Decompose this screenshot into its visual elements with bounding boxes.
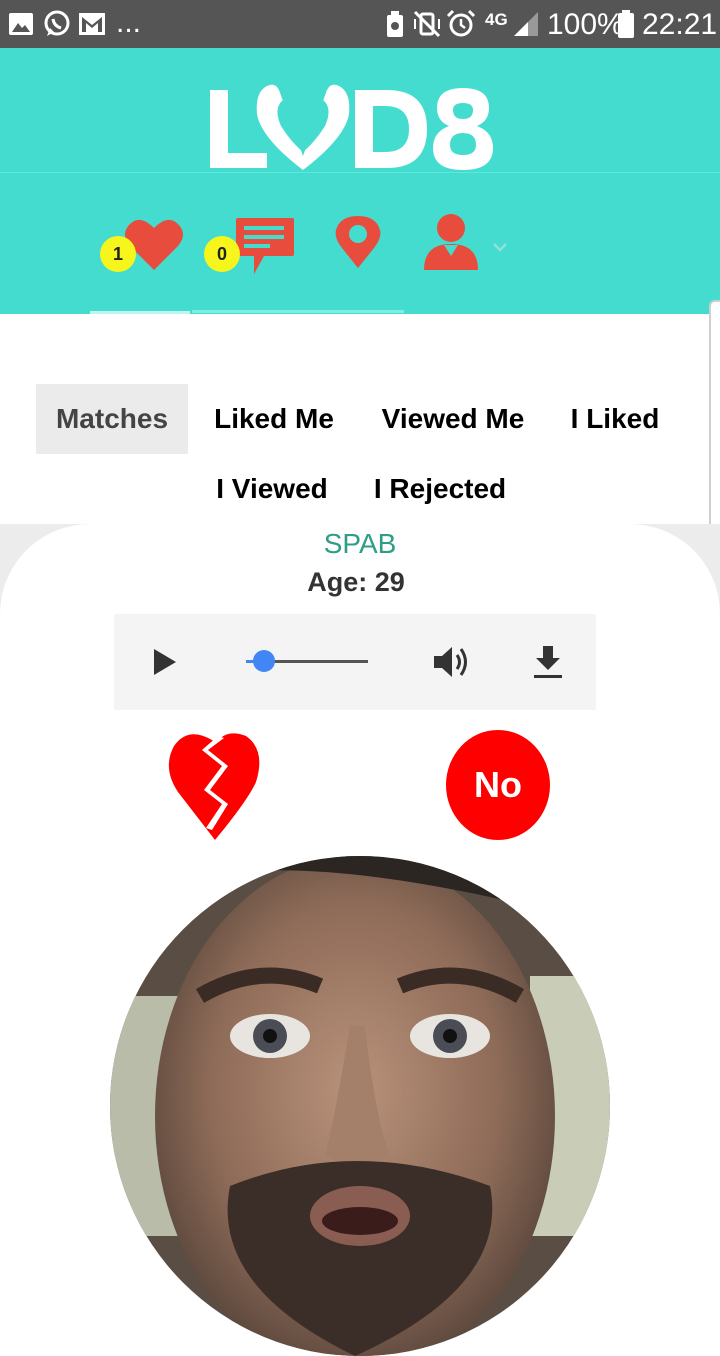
signal-icon bbox=[514, 12, 538, 36]
nav-likes[interactable]: 1 bbox=[98, 212, 188, 282]
tab-i-viewed[interactable]: I Viewed bbox=[202, 454, 342, 524]
mute-vibrate-icon bbox=[413, 10, 441, 38]
battery-percent: 100% bbox=[547, 8, 624, 41]
volume-icon[interactable] bbox=[432, 644, 472, 680]
nav-underline bbox=[192, 310, 404, 313]
broken-heart-icon[interactable] bbox=[168, 730, 262, 842]
messages-count-badge: 0 bbox=[204, 236, 240, 272]
download-icon[interactable] bbox=[532, 644, 564, 680]
nav-profile-menu[interactable] bbox=[420, 212, 520, 274]
location-pin-icon[interactable] bbox=[334, 214, 382, 270]
tab-matches[interactable]: Matches bbox=[36, 384, 188, 454]
recycle-notification-icon bbox=[387, 11, 403, 37]
tab-viewed-me[interactable]: Viewed Me bbox=[366, 384, 540, 454]
profile-photo-image bbox=[110, 856, 610, 1356]
alarm-icon bbox=[446, 9, 476, 37]
tab-i-rejected[interactable]: I Rejected bbox=[360, 454, 520, 524]
play-icon[interactable] bbox=[152, 647, 178, 677]
chat-icon bbox=[236, 218, 294, 274]
app-logo[interactable] bbox=[205, 78, 495, 178]
tab-i-liked[interactable]: I Liked bbox=[560, 384, 670, 454]
chevron-down-icon bbox=[493, 243, 507, 252]
nav-active-underline bbox=[90, 311, 190, 314]
reject-button[interactable]: No bbox=[446, 730, 550, 840]
profile-age: Age: 29 bbox=[307, 567, 405, 597]
profile-photo[interactable] bbox=[110, 856, 610, 1356]
clock: 22:21 bbox=[642, 8, 718, 41]
whatsapp-icon bbox=[44, 10, 70, 36]
audio-progress-knob[interactable] bbox=[253, 650, 276, 672]
likes-count-badge: 1 bbox=[100, 236, 136, 272]
user-icon bbox=[424, 214, 478, 270]
side-drawer-handle[interactable] bbox=[709, 300, 720, 542]
tab-liked-me[interactable]: Liked Me bbox=[200, 384, 348, 454]
profile-name[interactable]: SPAB bbox=[260, 528, 460, 560]
status-more: ... bbox=[116, 6, 142, 39]
nav-messages[interactable]: 0 bbox=[202, 212, 302, 282]
image-icon bbox=[9, 13, 33, 35]
battery-icon bbox=[618, 10, 634, 38]
audio-progress-track[interactable] bbox=[246, 650, 368, 672]
gmail-icon bbox=[79, 13, 105, 35]
status-bar: ... 4G 100% 22:21 bbox=[0, 0, 720, 48]
audio-player bbox=[114, 614, 596, 710]
network-type: 4G bbox=[485, 10, 508, 29]
